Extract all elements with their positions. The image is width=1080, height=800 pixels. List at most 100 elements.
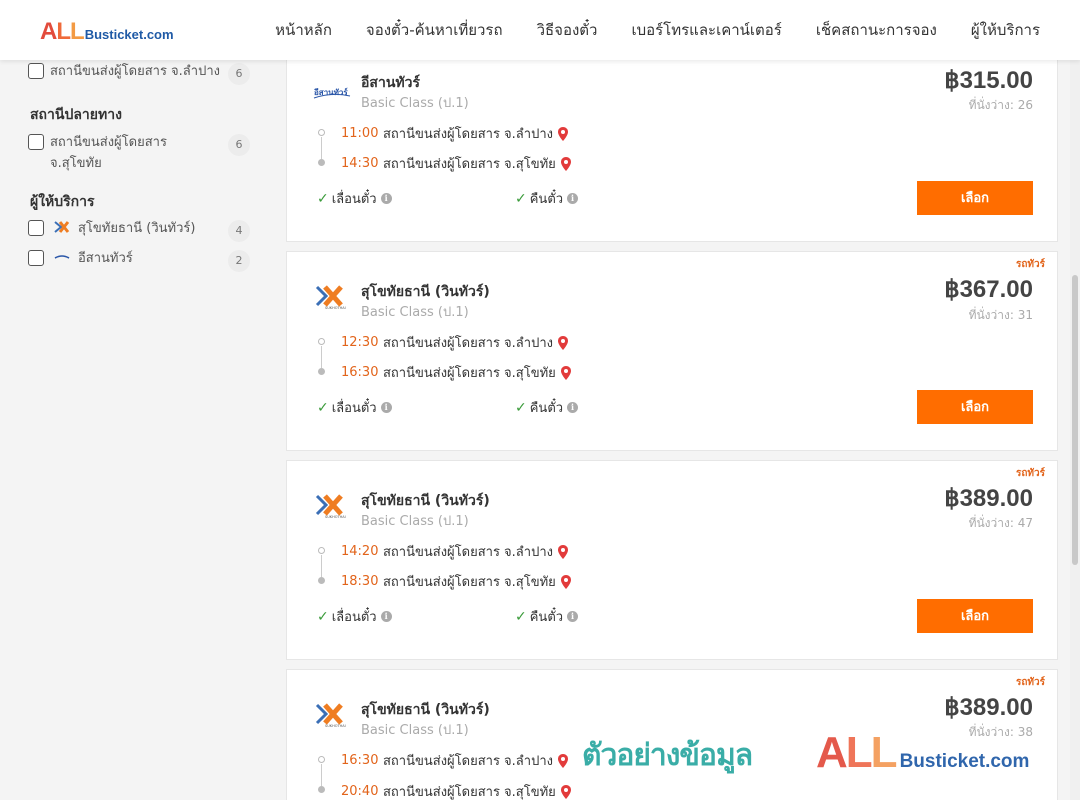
arrival-place: สถานีขนส่งผู้โดยสาร จ.สุโขทัย [383, 785, 556, 800]
timeline-end-dot [318, 159, 325, 166]
main-nav: หน้าหลัก จองตั๋ว-ค้นหาเที่ยวรถ วิธีจองตั… [275, 0, 1040, 60]
info-icon[interactable]: i [380, 193, 392, 204]
info-icon[interactable]: i [567, 611, 579, 622]
departure-stop: 16:30 สถานีขนส่งผู้โดยสาร จ.ลำปาง [341, 750, 569, 771]
watermark-logo: ALL Busticket.com [816, 728, 1029, 778]
map-pin-icon[interactable] [560, 784, 572, 800]
nav-home[interactable]: หน้าหลัก [275, 18, 332, 42]
seats-available: ที่นั่งว่าง: 31 [968, 308, 1033, 322]
info-icon[interactable]: i [380, 611, 392, 622]
policy-label: คืนตั๋ว [529, 192, 564, 207]
trip-card: รถทัวร์ SUKHOTHAI สุโขทัยธานี (วินทัวร์)… [286, 251, 1058, 451]
check-icon: ✓ [317, 190, 329, 207]
trip-card: รถทัวร์ SUKHOTHAI สุโขทัยธานี (วินทัวร์)… [286, 460, 1058, 660]
map-pin-icon[interactable] [557, 544, 569, 560]
bus-class: Basic Class (ป.1) [361, 514, 469, 529]
check-icon: ✓ [515, 190, 527, 207]
checkbox[interactable] [28, 220, 44, 236]
map-pin-icon[interactable] [557, 753, 569, 769]
timeline-line [321, 764, 322, 786]
policy-label: เลื่อนตั๋ว [331, 610, 377, 625]
map-pin-icon[interactable] [560, 365, 572, 381]
arrival-time: 20:40 [341, 784, 379, 799]
filter-operator-sukhothai[interactable]: สุโขทัยธานี (วินทัวร์) 4 [28, 218, 256, 242]
map-pin-icon[interactable] [560, 574, 572, 590]
arrival-place: สถานีขนส่งผู้โดยสาร จ.สุโขทัย [383, 366, 556, 381]
count-badge: 6 [228, 63, 250, 85]
filter-label: อีสานทัวร์ [78, 251, 133, 266]
nav-check-booking[interactable]: เช็คสถานะการจอง [816, 18, 937, 42]
sukhothai-thani-logo-icon: SUKHOTHAI [315, 285, 346, 310]
trip-card: อีสานทัวร์ อีสานทัวร์ Basic Class (ป.1) … [286, 60, 1058, 242]
select-trip-button[interactable]: เลือก [917, 181, 1033, 215]
arrival-time: 14:30 [341, 156, 379, 171]
logo-rest-text: Busticket.com [84, 27, 174, 42]
arrival-stop: 20:40 สถานีขนส่งผู้โดยสาร จ.สุโขทัย [341, 781, 572, 800]
info-icon[interactable]: i [567, 193, 579, 204]
operator-filter-title: ผู้ให้บริการ [30, 194, 95, 210]
filter-label: สถานีขนส่งผู้โดยสาร จ.ลำปาง [50, 64, 220, 79]
arrival-stop: 16:30 สถานีขนส่งผู้โดยสาร จ.สุโขทัย [341, 362, 572, 383]
operator-name: สุโขทัยธานี (วินทัวร์) [361, 702, 490, 718]
departure-stop: 12:30 สถานีขนส่งผู้โดยสาร จ.ลำปาง [341, 332, 569, 353]
tour-bus-badge: รถทัวร์ [1015, 259, 1045, 270]
count-badge: 2 [228, 250, 250, 272]
operator-name: อีสานทัวร์ [361, 75, 420, 91]
checkbox[interactable] [28, 134, 44, 150]
policy-label: เลื่อนตั๋ว [331, 401, 377, 416]
departure-stop: 14:20 สถานีขนส่งผู้โดยสาร จ.ลำปาง [341, 541, 569, 562]
check-icon: ✓ [317, 608, 329, 625]
arrival-time: 16:30 [341, 365, 379, 380]
sukhothai-thani-logo-icon [54, 221, 70, 233]
sukhothai-thani-logo-icon: SUKHOTHAI [315, 494, 346, 519]
price: ฿389.00 [944, 485, 1033, 512]
arrival-stop: 18:30 สถานีขนส่งผู้โดยสาร จ.สุโขทัย [341, 571, 572, 592]
nav-book-search[interactable]: จองตั๋ว-ค้นหาเที่ยวรถ [366, 18, 503, 42]
info-icon[interactable]: i [567, 402, 579, 413]
info-icon[interactable]: i [380, 402, 392, 413]
map-pin-icon[interactable] [557, 335, 569, 351]
map-pin-icon[interactable] [557, 126, 569, 142]
page-scrollbar[interactable] [1070, 60, 1080, 800]
checkbox[interactable] [28, 63, 44, 79]
svg-text:อีสานทัวร์: อีสานทัวร์ [314, 87, 349, 97]
filter-destination-item[interactable]: สถานีขนส่งผู้โดยสาร จ.สุโขทัย 6 [28, 132, 256, 174]
timeline-end-dot [318, 368, 325, 375]
timeline-start-dot [318, 129, 325, 136]
policy-label: เลื่อนตั๋ว [331, 192, 377, 207]
svg-text:SUKHOTHAI: SUKHOTHAI [325, 515, 346, 519]
departure-time: 12:30 [341, 335, 379, 350]
departure-time: 16:30 [341, 753, 379, 768]
timeline-start-dot [318, 547, 325, 554]
filter-operator-isan[interactable]: อีสานทัวร์ 2 [28, 248, 256, 272]
seats-available: ที่นั่งว่าง: 47 [968, 516, 1033, 530]
isan-tour-logo-icon [54, 255, 70, 259]
timeline-end-dot [318, 577, 325, 584]
map-pin-icon[interactable] [560, 156, 572, 172]
arrival-place: สถานีขนส่งผู้โดยสาร จ.สุโขทัย [383, 575, 556, 590]
timeline-line [321, 137, 322, 159]
departure-time: 14:20 [341, 544, 379, 559]
seats-available: ที่นั่งว่าง: 26 [968, 98, 1033, 112]
select-trip-button[interactable]: เลือก [917, 599, 1033, 633]
svg-text:SUKHOTHAI: SUKHOTHAI [325, 724, 346, 728]
nav-operators[interactable]: ผู้ให้บริการ [971, 18, 1040, 42]
refund-policy: ✓ คืนตั๋ว i [515, 606, 579, 627]
filter-origin-item[interactable]: สถานีขนส่งผู้โดยสาร จ.ลำปาง 6 [28, 61, 256, 85]
price: ฿367.00 [944, 276, 1033, 303]
filter-label: สุโขทัยธานี (วินทัวร์) [78, 221, 196, 236]
nav-contact-counters[interactable]: เบอร์โทรและเคาน์เตอร์ [631, 18, 781, 42]
watermark-logo-rest: Busticket.com [899, 751, 1030, 772]
departure-place: สถานีขนส่งผู้โดยสาร จ.ลำปาง [383, 545, 553, 560]
scrollbar-thumb[interactable] [1072, 275, 1078, 565]
reschedule-policy: ✓ เลื่อนตั๋ว i [317, 188, 392, 209]
checkbox[interactable] [28, 250, 44, 266]
check-icon: ✓ [515, 608, 527, 625]
select-trip-button[interactable]: เลือก [917, 390, 1033, 424]
count-badge: 6 [228, 134, 250, 156]
sukhothai-thani-logo-icon: SUKHOTHAI [315, 703, 346, 728]
arrival-place: สถานีขนส่งผู้โดยสาร จ.สุโขทัย [383, 157, 556, 172]
nav-how-to-book[interactable]: วิธีจองตั๋ว [537, 18, 598, 42]
site-logo[interactable]: ALL Busticket.com [40, 18, 174, 46]
filter-label: สถานีขนส่งผู้โดยสาร จ.สุโขทัย [50, 135, 167, 171]
